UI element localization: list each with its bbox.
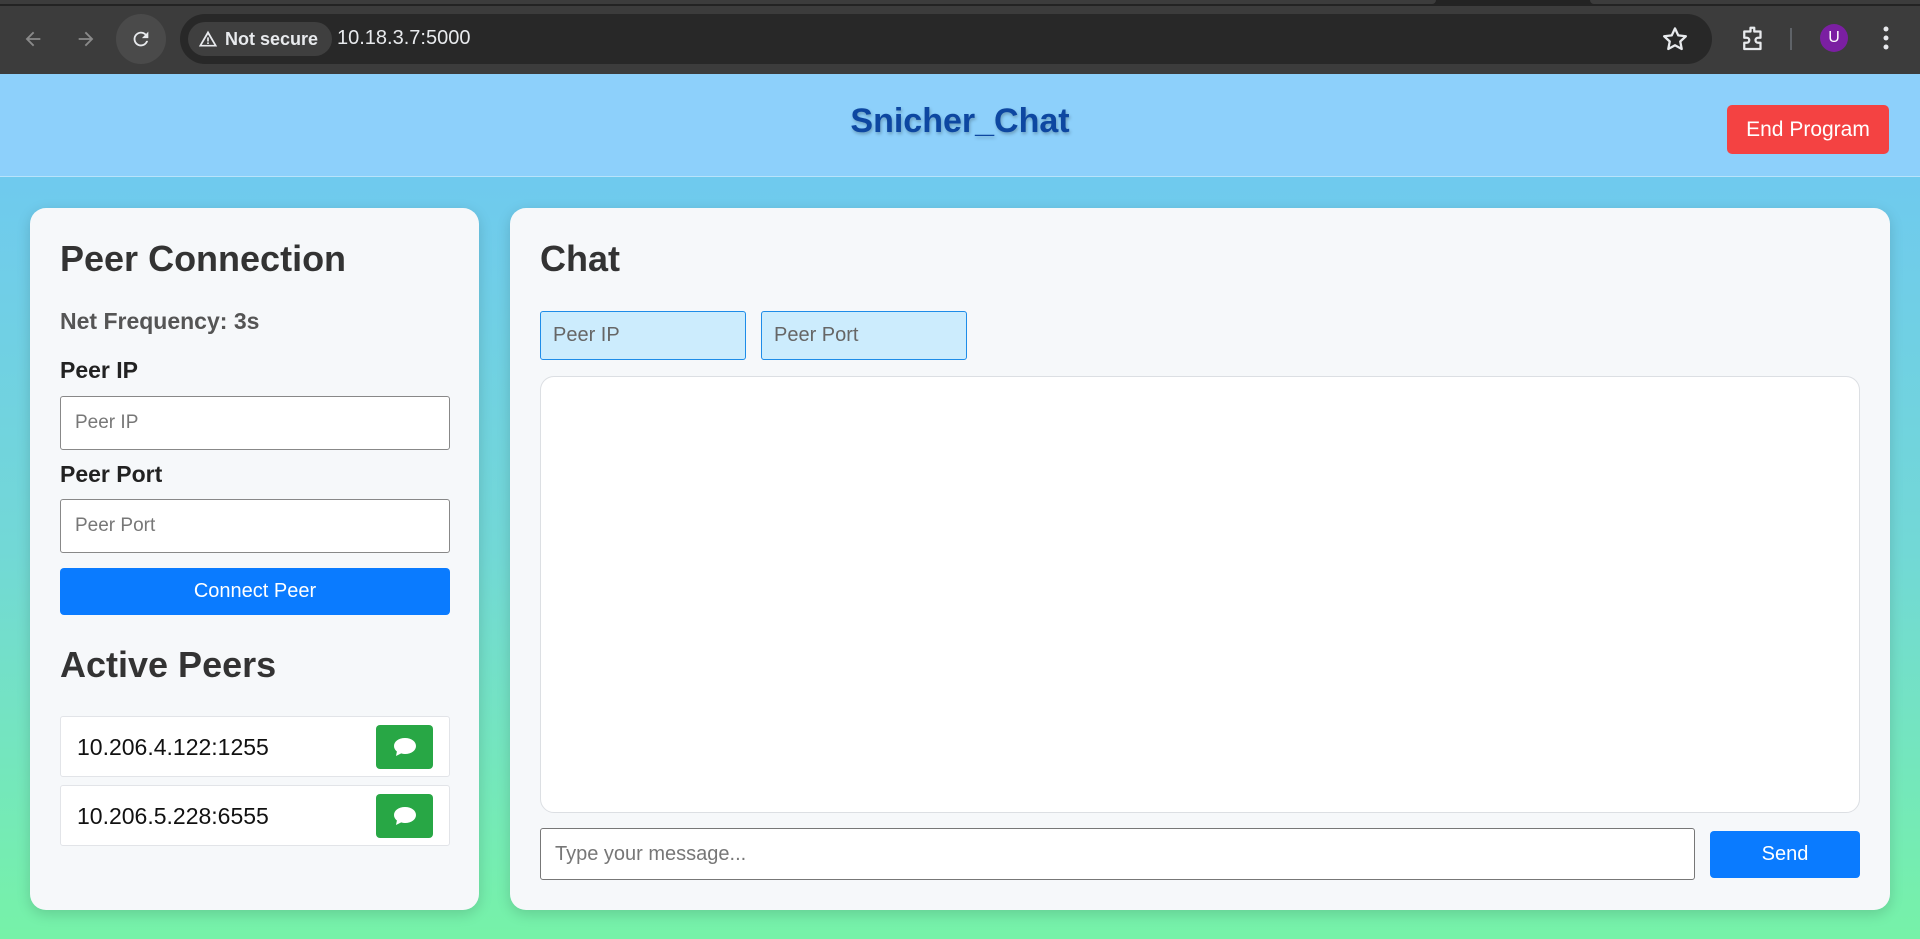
forward-icon [78,31,94,47]
message-area[interactable] [540,376,1860,813]
active-peers-title: Active Peers [60,644,277,685]
app-header: Snicher_Chat End Program [0,74,1920,177]
net-frequency: Net Frequency: 3s [60,308,260,334]
active-tab[interactable] [0,0,1436,4]
peer-connection-title: Peer Connection [60,238,347,279]
reload-button[interactable] [116,14,166,64]
peer-connection-panel: Peer Connection Net Frequency: 3s Peer I… [30,208,479,910]
back-icon [25,31,41,47]
chat-panel: Chat Peer IP Peer Port Type your message… [510,208,1890,910]
peer-port-placeholder: Peer Port [75,515,156,536]
end-program-button[interactable]: End Program [1727,105,1889,154]
chat-bubble-icon [393,738,416,756]
peer-address: 10.206.5.228:6555 [77,803,269,829]
back-button[interactable] [8,14,58,64]
open-chat-button[interactable] [376,794,433,838]
address-bar[interactable]: Not secure 10.18.3.7:5000 [180,14,1712,64]
forward-button[interactable] [61,14,111,64]
star-icon[interactable] [1660,24,1690,54]
peer-port-label: Peer Port [60,461,163,487]
peer-port-input[interactable]: Peer Port [60,499,450,553]
chat-peer-ip-placeholder: Peer IP [553,324,620,346]
browser-toolbar: Not secure 10.18.3.7:5000 U [0,0,1920,74]
chat-peer-port-input[interactable]: Peer Port [761,311,967,360]
extensions-icon[interactable] [1738,24,1768,54]
profile-avatar[interactable]: U [1820,24,1848,52]
toolbar-divider [1790,28,1792,50]
page: Snicher_Chat End Program Peer Connection… [0,74,1920,939]
connect-peer-button[interactable]: Connect Peer [60,568,450,615]
chat-peer-ip-input[interactable]: Peer IP [540,311,746,360]
chat-title: Chat [540,238,620,279]
peer-ip-label: Peer IP [60,357,138,383]
message-input[interactable]: Type your message... [540,828,1695,880]
app-title: Snicher_Chat [850,102,1070,140]
inactive-tab[interactable] [1590,0,1920,4]
peer-ip-placeholder: Peer IP [75,412,139,433]
chat-peer-port-placeholder: Peer Port [774,324,859,346]
reload-icon [133,31,149,47]
security-label: Not secure [225,28,319,49]
tab-strip [0,0,1920,6]
url-text[interactable]: 10.18.3.7:5000 [337,27,470,50]
peer-ip-input[interactable]: Peer IP [60,396,450,450]
open-chat-button[interactable] [376,725,433,769]
peer-address: 10.206.4.122:1255 [77,734,269,760]
more-icon[interactable] [1874,22,1898,54]
send-button[interactable]: Send [1710,831,1860,878]
message-placeholder: Type your message... [555,842,747,865]
chat-bubble-icon [393,807,416,825]
security-chip[interactable]: Not secure [188,22,333,56]
peer-list-item: 10.206.5.228:6555 [60,785,450,846]
peer-list-item: 10.206.4.122:1255 [60,716,450,777]
warning-icon [198,30,218,47]
